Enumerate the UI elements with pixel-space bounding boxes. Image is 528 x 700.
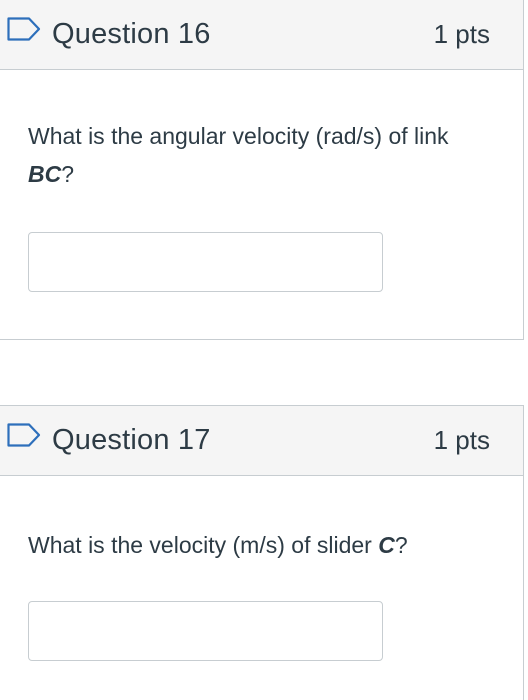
question-16-points: 1 pts <box>433 19 490 49</box>
quiz-page: Question 16 1 pts What is the angular ve… <box>0 0 528 700</box>
question-16-text: What is the angular velocity (rad/s) of … <box>28 117 498 193</box>
question-16-text-before: What is the angular velocity (rad/s) of … <box>28 123 449 149</box>
question-17-answer-input[interactable] <box>28 601 383 661</box>
question-16-title: Question 16 <box>52 18 211 50</box>
question-17-text-bold: C <box>378 532 395 558</box>
bookmark-flag-icon[interactable] <box>7 17 41 41</box>
question-17-points: 1 pts <box>433 425 490 455</box>
question-17-text-after: ? <box>394 532 408 558</box>
question-17-card: Question 17 1 pts What is the velocity (… <box>0 405 524 700</box>
question-17-text: What is the velocity (m/s) of slider C? <box>28 526 498 564</box>
question-16-text-bold: BC <box>28 161 62 187</box>
question-16-text-after: ? <box>61 161 75 187</box>
question-17-header: Question 17 1 pts <box>0 406 523 476</box>
question-16-answer-input[interactable] <box>28 232 383 292</box>
question-17-title: Question 17 <box>52 424 211 456</box>
question-16-card: Question 16 1 pts What is the angular ve… <box>0 0 524 340</box>
question-17-text-before: What is the velocity (m/s) of slider <box>28 532 379 558</box>
question-16-header: Question 16 1 pts <box>0 0 523 70</box>
bookmark-flag-icon[interactable] <box>7 423 41 447</box>
